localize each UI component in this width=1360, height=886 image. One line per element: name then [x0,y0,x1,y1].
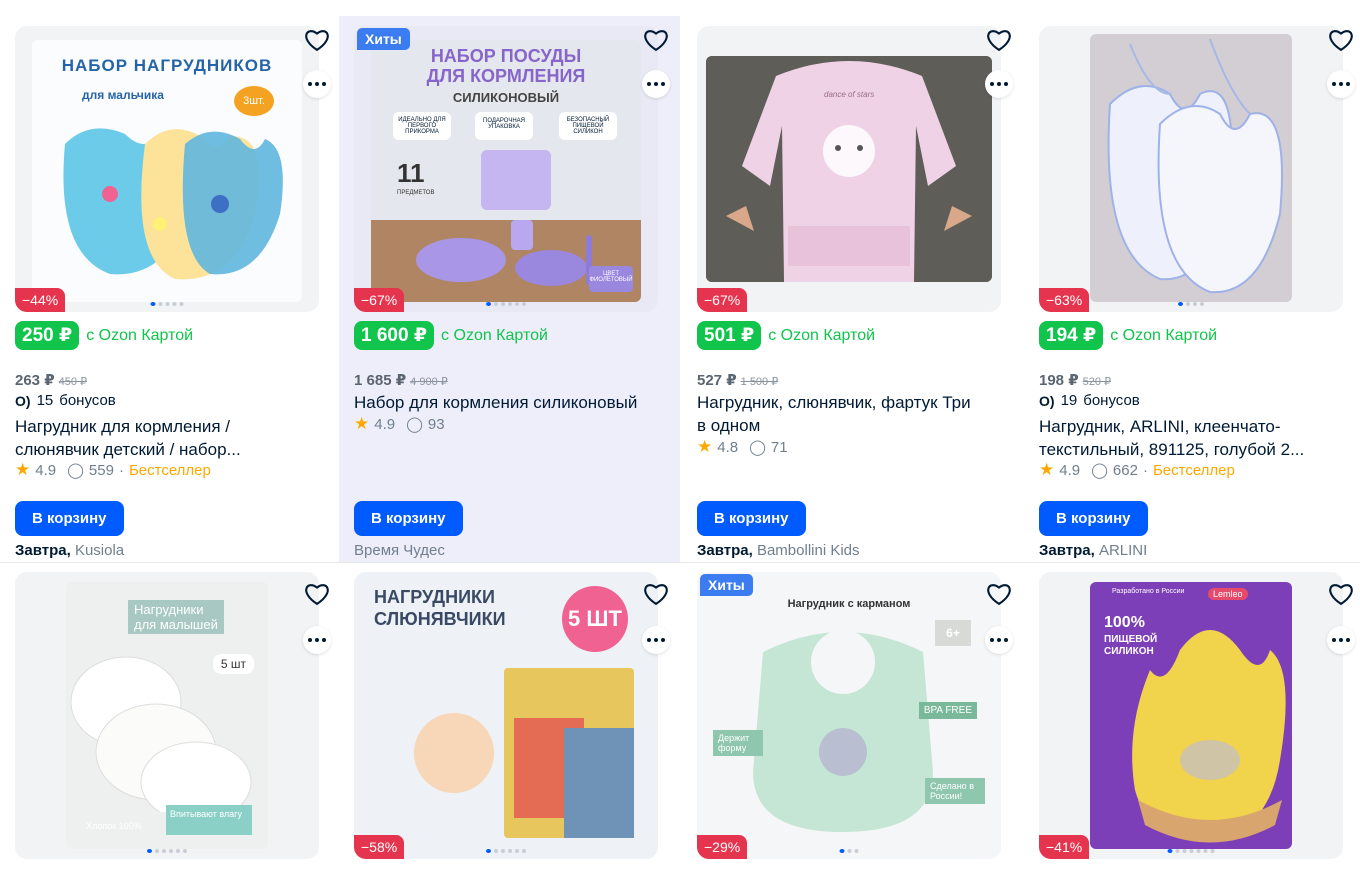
bib-illustration [70,656,252,812]
more-options-icon[interactable] [303,626,331,654]
favorite-heart-icon[interactable] [985,580,1013,608]
feature-tag: Сделано в России! [925,778,985,804]
product-image[interactable]: Нагрудники для малышей 5 шт Хлопок 100% В… [15,572,319,859]
discount-badge: −41% [1039,835,1090,859]
product-card[interactable]: Разработано в России Lemleo 100% ПИЩЕВОЙ… [1024,0,1360,886]
image-caption: СЛЮНЯВЧИКИ [374,609,506,629]
product-image[interactable]: Нагрудник с карманом 6+ BPA FREE Держит … [697,572,1001,859]
image-caption: Нагрудник с карманом [787,598,911,610]
product-grid: НАБОР НАГРУДНИКОВ для мальчика 3шт. −44%… [0,0,1360,886]
carousel-dots[interactable] [147,849,187,853]
bib-illustration [1132,630,1286,843]
discount-badge: −58% [354,835,405,859]
bib-illustration [753,630,933,832]
product-image[interactable]: НАГРУДНИКИ СЛЮНЯВЧИКИ 5 ШТ −58% [354,572,658,859]
more-options-icon[interactable] [642,626,670,654]
product-card[interactable]: Нагрудники для малышей 5 шт Хлопок 100% В… [0,0,341,886]
favorite-heart-icon[interactable] [642,580,670,608]
favorite-heart-icon[interactable] [1327,580,1355,608]
more-options-icon[interactable] [985,626,1013,654]
product-photo: НАГРУДНИКИ СЛЮНЯВЧИКИ 5 ШТ [354,572,658,859]
product-photo: Нагрудники для малышей 5 шт Хлопок 100% В… [66,582,268,849]
carousel-dots[interactable] [839,849,859,853]
product-card[interactable]: Нагрудник с карманом 6+ BPA FREE Держит … [682,0,1023,886]
product-photo: Нагрудник с карманом 6+ BPA FREE Держит … [697,572,1001,859]
more-options-icon[interactable] [1327,626,1355,654]
bpa-tag: BPA FREE [918,702,977,719]
product-image[interactable]: Разработано в России Lemleo 100% ПИЩЕВОЙ… [1039,572,1343,859]
brand-logo: Lemleo [1208,588,1248,600]
image-caption: Нагрудники [134,602,204,617]
image-caption: для малышей [134,617,218,632]
product-card[interactable]: НАГРУДНИКИ СЛЮНЯВЧИКИ 5 ШТ −58% [339,0,680,886]
discount-badge: −29% [697,835,748,859]
image-caption: Разработано в России [1112,588,1185,595]
feature-tag: Держит форму [713,730,763,756]
item-count: 5 ШТ [562,586,628,652]
favorite-heart-icon[interactable] [303,580,331,608]
bib-illustration [414,668,634,838]
feature-tag: Хлопок 100% [86,821,142,831]
carousel-dots[interactable] [486,849,526,853]
carousel-dots[interactable] [1167,849,1215,853]
product-photo: Разработано в России Lemleo 100% ПИЩЕВОЙ… [1090,582,1292,849]
image-caption: НАГРУДНИКИ [374,587,495,607]
hits-badge: Хиты [700,574,753,596]
feature-tag: Впитывают влагу [166,805,252,835]
